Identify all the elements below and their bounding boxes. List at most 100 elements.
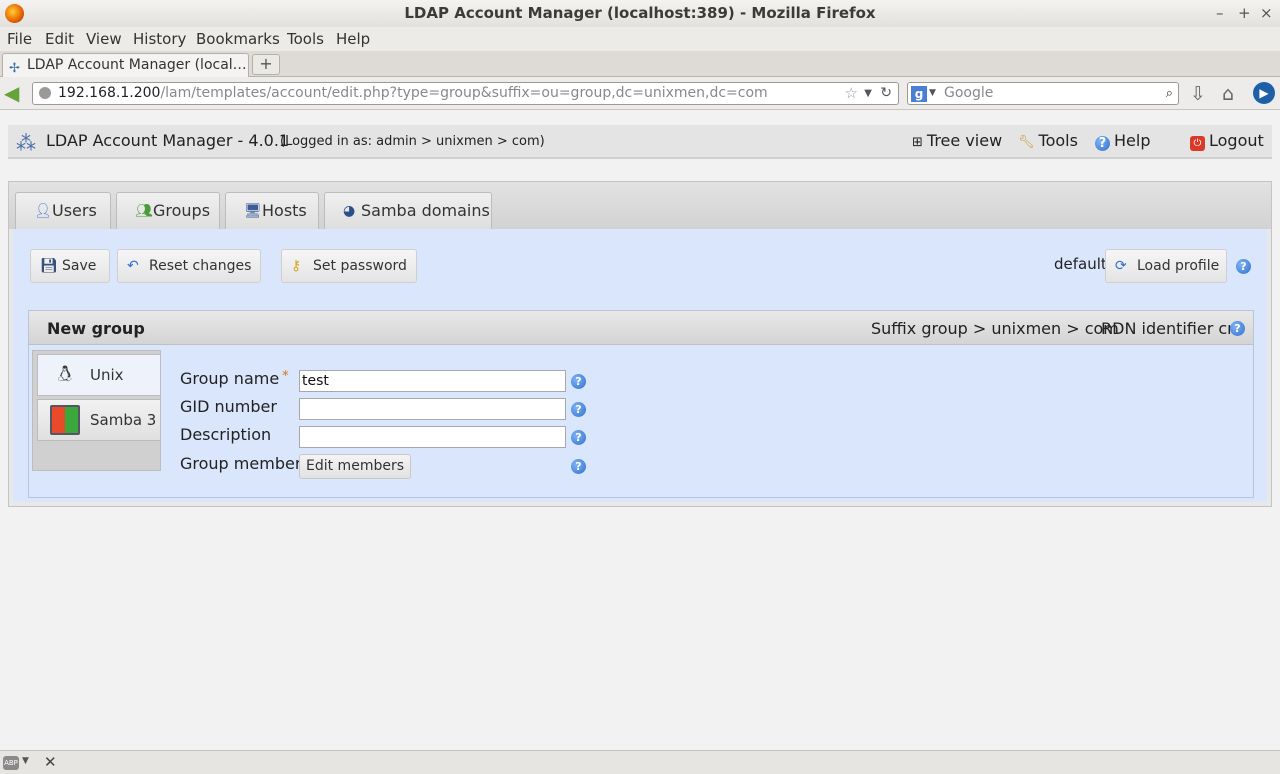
reset-changes-button[interactable]: ↶ Reset changes bbox=[117, 249, 261, 283]
adblock-dropdown-icon[interactable]: ▼ bbox=[22, 756, 29, 766]
profile-help-icon[interactable]: ? bbox=[1236, 259, 1251, 274]
module-tab-unix[interactable]: 🐧︎ Unix bbox=[37, 354, 161, 396]
tab-hosts[interactable]: 🖥︎ Hosts bbox=[225, 192, 319, 229]
tab-samba-domains[interactable]: ◕ Samba domains bbox=[324, 192, 492, 229]
gid-number-help-icon[interactable]: ? bbox=[571, 402, 586, 417]
group-members-help-icon[interactable]: ? bbox=[571, 459, 586, 474]
addon-toolbar-icon[interactable]: ▶ bbox=[1253, 82, 1275, 104]
save-label: Save bbox=[62, 258, 97, 274]
lam-header: ⁂ LDAP Account Manager - 4.0.1 (Logged i… bbox=[8, 125, 1272, 159]
adblock-icon[interactable]: ABP bbox=[3, 756, 19, 770]
menu-history[interactable]: History bbox=[133, 30, 186, 48]
windows-icon: ■ bbox=[50, 405, 80, 435]
account-type-tabs: 👤︎ Users 👥︎ Groups 🖥︎ Hosts ◕ Samba doma… bbox=[9, 182, 1271, 229]
menu-tools[interactable]: Tools bbox=[287, 30, 324, 48]
user-icon: 👤︎ bbox=[34, 203, 52, 219]
panel-header: New group Suffix group > unixmen > com R… bbox=[29, 311, 1253, 345]
browser-tab-label: LDAP Account Manager (local… bbox=[27, 57, 247, 73]
group-name-help-icon[interactable]: ? bbox=[571, 374, 586, 389]
menu-bookmarks[interactable]: Bookmarks bbox=[196, 30, 280, 48]
google-search-engine-icon[interactable]: g bbox=[911, 86, 927, 102]
firefox-icon bbox=[5, 4, 24, 23]
save-button[interactable]: 💾︎ Save bbox=[30, 249, 110, 283]
refresh-icon: ⟳ bbox=[1115, 258, 1127, 274]
help-icon: ? bbox=[1095, 136, 1110, 151]
module-unix-label: Unix bbox=[90, 366, 124, 384]
minimize-button[interactable]: – bbox=[1216, 0, 1224, 26]
page-content: ⁂ LDAP Account Manager - 4.0.1 (Logged i… bbox=[0, 111, 1280, 750]
tree-view-label: Tree view bbox=[926, 131, 1003, 150]
module-tabs: 🐧︎ Unix ■ Samba 3 bbox=[32, 350, 161, 471]
new-tab-button[interactable]: + bbox=[252, 54, 280, 75]
logout-label: Logout bbox=[1209, 131, 1264, 150]
window-titlebar: LDAP Account Manager (localhost:389) - M… bbox=[0, 0, 1280, 27]
edit-members-button[interactable]: Edit members bbox=[299, 454, 411, 479]
back-arrow-icon[interactable]: ◀ bbox=[4, 83, 28, 103]
logged-in-info: (Logged in as: admin > unixmen > com) bbox=[280, 134, 545, 149]
menu-help[interactable]: Help bbox=[336, 30, 370, 48]
key-icon: ⚷ bbox=[291, 258, 302, 274]
search-bar[interactable]: g ▼ Google ⌕ bbox=[907, 82, 1179, 105]
status-bar: ABP ▼ ✕ bbox=[0, 750, 1280, 774]
reload-icon[interactable]: ↻ bbox=[880, 83, 892, 104]
group-name-label-text: Group name bbox=[180, 369, 280, 388]
menu-view[interactable]: View bbox=[86, 30, 122, 48]
close-addon-bar-icon[interactable]: ✕ bbox=[44, 753, 57, 771]
menu-file[interactable]: File bbox=[7, 30, 32, 48]
gid-number-input[interactable] bbox=[299, 398, 566, 420]
tab-users[interactable]: 👤︎ Users bbox=[15, 192, 111, 229]
set-password-button[interactable]: ⚷ Set password bbox=[281, 249, 417, 283]
suffix-info: Suffix group > unixmen > com bbox=[871, 319, 1119, 338]
tab-groups-label: Groups bbox=[153, 201, 211, 220]
samba-globe-icon: ◕ bbox=[343, 203, 356, 219]
tools-link[interactable]: 🔧︎ Tools bbox=[1018, 131, 1078, 150]
reset-label: Reset changes bbox=[149, 258, 252, 274]
undo-icon: ↶ bbox=[127, 258, 139, 274]
load-profile-button[interactable]: ⟳ Load profile bbox=[1105, 249, 1227, 283]
menu-bar: File Edit View History Bookmarks Tools H… bbox=[0, 27, 1280, 51]
url-history-dropdown-icon[interactable]: ▼ bbox=[864, 83, 872, 104]
lam-logo-icon: ⁂ bbox=[16, 131, 36, 155]
browser-tab-bar: ✢ LDAP Account Manager (local… + bbox=[0, 51, 1280, 78]
power-icon: ⏻ bbox=[1190, 136, 1205, 151]
home-icon[interactable]: ⌂ bbox=[1222, 83, 1234, 105]
load-profile-label: Load profile bbox=[1137, 258, 1220, 274]
required-marker: * bbox=[282, 369, 289, 384]
floppy-disk-icon: 💾︎ bbox=[40, 258, 58, 274]
group-name-input[interactable] bbox=[299, 370, 566, 392]
tab-groups[interactable]: 👥︎ Groups bbox=[116, 192, 220, 229]
tree-view-link[interactable]: ⊞ Tree view bbox=[912, 131, 1002, 150]
help-link[interactable]: ? Help bbox=[1095, 131, 1150, 151]
module-samba3-label: Samba 3 bbox=[90, 411, 157, 429]
description-input[interactable] bbox=[299, 426, 566, 448]
download-arrow-icon[interactable]: ⇩ bbox=[1190, 83, 1206, 105]
search-engine-dropdown-icon[interactable]: ▼ bbox=[929, 83, 936, 104]
edit-area: 💾︎ Save ↶ Reset changes ⚷ Set password d… bbox=[13, 229, 1267, 502]
rdn-help-icon[interactable]: ? bbox=[1230, 321, 1245, 336]
description-help-icon[interactable]: ? bbox=[571, 430, 586, 445]
profile-select[interactable]: default bbox=[1054, 255, 1107, 273]
globe-icon bbox=[39, 87, 51, 99]
url-bar[interactable]: 192.168.1.200/lam/templates/account/edit… bbox=[32, 82, 899, 105]
browser-tab-lam[interactable]: ✢ LDAP Account Manager (local… bbox=[2, 53, 249, 78]
lam-title: LDAP Account Manager - 4.0.1 bbox=[46, 131, 290, 150]
close-window-button[interactable]: × bbox=[1260, 0, 1273, 26]
tux-penguin-icon: 🐧︎ bbox=[58, 362, 72, 387]
computer-icon: 🖥︎ bbox=[244, 203, 262, 219]
lam-favicon-icon: ✢ bbox=[9, 61, 20, 76]
search-input: Google bbox=[944, 85, 994, 101]
tab-users-label: Users bbox=[52, 201, 97, 220]
gid-number-label: GID number bbox=[180, 397, 277, 416]
magnifier-icon[interactable]: ⌕ bbox=[1166, 83, 1173, 104]
maximize-button[interactable]: + bbox=[1238, 0, 1251, 26]
tab-samba-domains-label: Samba domains bbox=[361, 201, 490, 220]
panel-title: New group bbox=[47, 319, 145, 338]
wrench-icon: 🔧︎ bbox=[1018, 135, 1035, 150]
menu-edit[interactable]: Edit bbox=[45, 30, 74, 48]
group-members-label: Group members bbox=[180, 454, 310, 473]
tree-icon: ⊞ bbox=[912, 135, 923, 150]
logout-link[interactable]: ⏻ Logout bbox=[1190, 131, 1264, 151]
bookmark-star-icon[interactable]: ☆ bbox=[845, 83, 858, 104]
account-container: 👤︎ Users 👥︎ Groups 🖥︎ Hosts ◕ Samba doma… bbox=[8, 181, 1272, 507]
module-tab-samba3[interactable]: ■ Samba 3 bbox=[37, 399, 161, 441]
